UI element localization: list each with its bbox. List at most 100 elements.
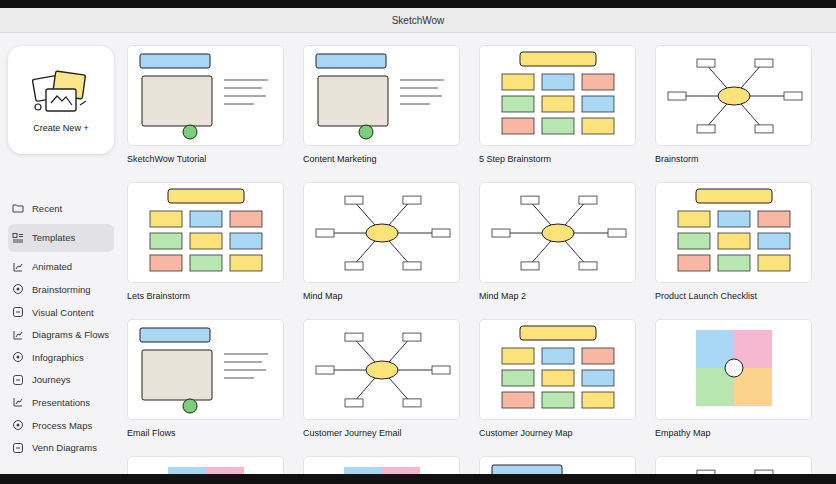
template-card[interactable] bbox=[303, 456, 460, 474]
sidebar-item-label: Recent bbox=[32, 203, 62, 214]
category-icon bbox=[12, 396, 24, 408]
folder-icon bbox=[12, 202, 24, 214]
template-label: Brainstorm bbox=[655, 153, 812, 165]
template-card[interactable]: Lets Brainstorm bbox=[127, 182, 284, 319]
sketch-icon bbox=[30, 67, 92, 115]
sidebar-item-label: Infographics bbox=[32, 352, 84, 363]
template-label: Product Launch Checklist bbox=[655, 290, 812, 302]
title-bar: SketchWow bbox=[0, 8, 836, 33]
template-thumbnail bbox=[303, 456, 460, 474]
template-preview-icon bbox=[128, 457, 284, 474]
template-preview-icon bbox=[480, 46, 636, 146]
bottom-strip bbox=[0, 474, 836, 484]
template-card[interactable] bbox=[655, 456, 812, 474]
sidebar-item[interactable]: Journeys bbox=[8, 369, 114, 392]
template-thumbnail bbox=[127, 456, 284, 474]
create-new-label: Create New + bbox=[33, 123, 88, 133]
template-thumbnail bbox=[303, 319, 460, 420]
sidebar-item[interactable]: Recent bbox=[8, 197, 114, 220]
sidebar: Create New + Recent Templates Animated B… bbox=[0, 33, 120, 474]
template-preview-icon bbox=[480, 320, 636, 420]
sidebar-item[interactable]: Infographics bbox=[8, 346, 114, 369]
template-preview-icon bbox=[304, 46, 460, 146]
top-strip bbox=[0, 0, 836, 8]
template-preview-icon bbox=[656, 46, 812, 146]
template-card[interactable] bbox=[127, 456, 284, 474]
template-thumbnail bbox=[127, 319, 284, 420]
template-preview-icon bbox=[128, 46, 284, 146]
template-card[interactable]: Mind Map 2 bbox=[479, 182, 636, 319]
template-thumbnail bbox=[479, 45, 636, 146]
template-preview-icon bbox=[480, 457, 636, 474]
template-grid: SketchWow Tutorial Content Marketing 5 S… bbox=[127, 45, 816, 474]
template-thumbnail bbox=[655, 456, 812, 474]
create-new-card[interactable]: Create New + bbox=[8, 46, 114, 154]
category-icon bbox=[12, 329, 24, 341]
content: Create New + Recent Templates Animated B… bbox=[0, 33, 836, 474]
template-preview-icon bbox=[304, 320, 460, 420]
template-preview-icon bbox=[656, 183, 812, 283]
category-icon bbox=[12, 261, 24, 273]
template-card[interactable]: Customer Journey Email bbox=[303, 319, 460, 456]
sidebar-item[interactable]: Animated bbox=[8, 256, 114, 279]
template-card[interactable]: Mind Map bbox=[303, 182, 460, 319]
template-preview-icon bbox=[304, 183, 460, 283]
category-icon bbox=[12, 419, 24, 431]
template-card[interactable]: Content Marketing bbox=[303, 45, 460, 182]
sidebar-item[interactable]: Diagrams & Flows bbox=[8, 323, 114, 346]
sidebar-item[interactable]: Process Maps bbox=[8, 414, 114, 437]
category-icon bbox=[12, 306, 24, 318]
sidebar-item-label: Brainstorming bbox=[32, 284, 91, 295]
template-thumbnail bbox=[303, 182, 460, 283]
template-thumbnail bbox=[479, 456, 636, 474]
template-thumbnail bbox=[655, 45, 812, 146]
sidebar-item-label: Process Maps bbox=[32, 420, 92, 431]
template-card[interactable]: SketchWow Tutorial bbox=[127, 45, 284, 182]
sidebar-item-label: Journeys bbox=[32, 374, 71, 385]
sidebar-item-label: Visual Content bbox=[32, 307, 94, 318]
sidebar-item[interactable]: Brainstorming bbox=[8, 278, 114, 301]
app-window: SketchWow Create New + Recent Templates … bbox=[0, 0, 836, 484]
template-preview-icon bbox=[304, 457, 460, 474]
template-card[interactable]: Product Launch Checklist bbox=[655, 182, 812, 319]
template-card[interactable]: Empathy Map bbox=[655, 319, 812, 456]
template-label: Empathy Map bbox=[655, 427, 812, 439]
template-label: Email Flows bbox=[127, 427, 284, 439]
template-thumbnail bbox=[479, 319, 636, 420]
template-label: SketchWow Tutorial bbox=[127, 153, 284, 165]
sidebar-item-label: Templates bbox=[32, 232, 75, 243]
template-label: Customer Journey Map bbox=[479, 427, 636, 439]
sidebar-item[interactable]: Templates bbox=[8, 224, 114, 252]
template-thumbnail bbox=[655, 319, 812, 420]
template-preview-icon bbox=[128, 183, 284, 283]
template-preview-icon bbox=[480, 183, 636, 283]
template-preview-icon bbox=[656, 457, 812, 474]
sidebar-item[interactable]: Presentations bbox=[8, 391, 114, 414]
template-label: 5 Step Brainstorm bbox=[479, 153, 636, 165]
sidebar-menu: Recent Templates Animated Brainstorming … bbox=[8, 197, 114, 459]
template-card[interactable]: Brainstorm bbox=[655, 45, 812, 182]
template-card[interactable]: Customer Journey Map bbox=[479, 319, 636, 456]
sidebar-item-label: Presentations bbox=[32, 397, 90, 408]
template-preview-icon bbox=[656, 320, 812, 420]
template-card[interactable] bbox=[479, 456, 636, 474]
template-thumbnail bbox=[479, 182, 636, 283]
grid-icon bbox=[12, 232, 24, 244]
template-label: Lets Brainstorm bbox=[127, 290, 284, 302]
category-icon bbox=[12, 351, 24, 363]
sidebar-item-label: Venn Diagrams bbox=[32, 442, 97, 453]
template-thumbnail bbox=[303, 45, 460, 146]
window-title: SketchWow bbox=[392, 15, 445, 26]
template-preview-icon bbox=[128, 320, 284, 420]
template-thumbnail bbox=[127, 182, 284, 283]
category-icon bbox=[12, 283, 24, 295]
template-label: Content Marketing bbox=[303, 153, 460, 165]
template-card[interactable]: Email Flows bbox=[127, 319, 284, 456]
template-thumbnail bbox=[655, 182, 812, 283]
sidebar-item[interactable]: Visual Content bbox=[8, 301, 114, 324]
category-icon bbox=[12, 442, 24, 454]
template-label: Mind Map bbox=[303, 290, 460, 302]
sidebar-item[interactable]: Venn Diagrams bbox=[8, 436, 114, 459]
template-card[interactable]: 5 Step Brainstorm bbox=[479, 45, 636, 182]
template-thumbnail bbox=[127, 45, 284, 146]
